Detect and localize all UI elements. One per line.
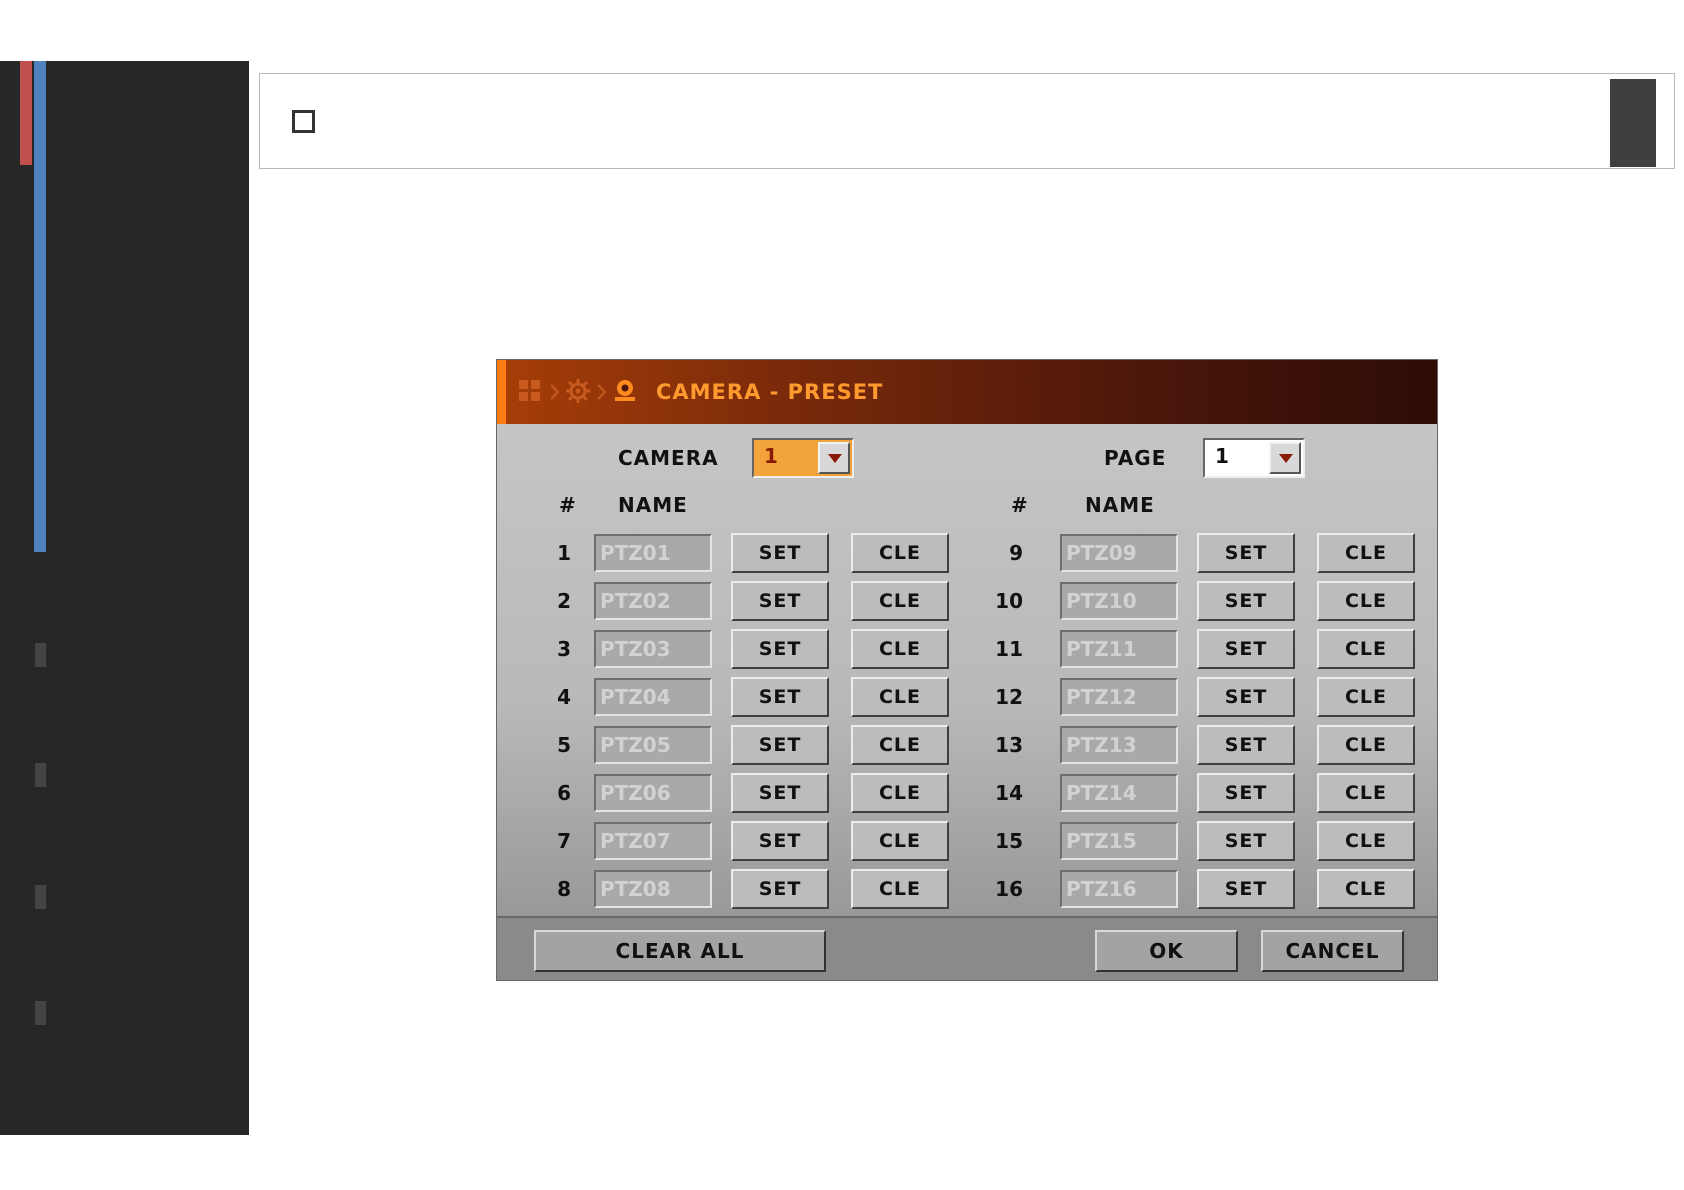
blue-accent-bar — [34, 61, 46, 552]
preset-clear-button[interactable]: CLE — [851, 725, 949, 765]
camera-label: CAMERA — [618, 446, 719, 470]
preset-name-field[interactable]: PTZ14 — [1060, 774, 1178, 812]
preset-clear-button[interactable]: CLE — [1317, 869, 1415, 909]
preset-name-field[interactable]: PTZ07 — [594, 822, 712, 860]
preset-name-field[interactable]: PTZ08 — [594, 870, 712, 908]
header-checkbox[interactable] — [292, 110, 315, 133]
ok-button[interactable]: OK — [1095, 930, 1238, 972]
preset-number: 14 — [995, 781, 1023, 805]
page-label: PAGE — [1104, 446, 1167, 470]
sidebar-marker — [35, 763, 46, 787]
preset-number: 13 — [995, 733, 1023, 757]
preset-clear-button[interactable]: CLE — [851, 629, 949, 669]
preset-name-field[interactable]: PTZ10 — [1060, 582, 1178, 620]
sidebar-marker — [35, 643, 46, 667]
preset-number: 2 — [557, 589, 571, 613]
preset-clear-button[interactable]: CLE — [1317, 773, 1415, 813]
preset-clear-button[interactable]: CLE — [1317, 581, 1415, 621]
chevron-right-icon — [550, 384, 560, 400]
preset-set-button[interactable]: SET — [1197, 821, 1295, 861]
preset-number: 7 — [557, 829, 571, 853]
preset-number: 11 — [995, 637, 1023, 661]
preset-name-field[interactable]: PTZ06 — [594, 774, 712, 812]
preset-clear-button[interactable]: CLE — [851, 533, 949, 573]
preset-clear-button[interactable]: CLE — [851, 869, 949, 909]
page-select-value: 1 — [1215, 444, 1229, 468]
dialog-footer: CLEAR ALL OK CANCEL — [497, 916, 1437, 980]
preset-name-field[interactable]: PTZ01 — [594, 534, 712, 572]
preset-clear-button[interactable]: CLE — [1317, 677, 1415, 717]
preset-set-button[interactable]: SET — [1197, 581, 1295, 621]
chevron-right-icon — [597, 384, 607, 400]
preset-set-button[interactable]: SET — [731, 869, 829, 909]
clear-all-button[interactable]: CLEAR ALL — [534, 930, 826, 972]
preset-number: 15 — [995, 829, 1023, 853]
preset-number: 3 — [557, 637, 571, 661]
gear-icon — [566, 379, 590, 403]
chevron-down-icon[interactable] — [1269, 442, 1301, 474]
dialog-titlebar: CAMERA - PRESET — [497, 360, 1437, 424]
preset-name-field[interactable]: PTZ05 — [594, 726, 712, 764]
preset-set-button[interactable]: SET — [1197, 773, 1295, 813]
header-bar — [259, 73, 1675, 169]
preset-set-button[interactable]: SET — [731, 821, 829, 861]
preset-name-field[interactable]: PTZ02 — [594, 582, 712, 620]
header-dark-block — [1610, 79, 1656, 167]
preset-number: 9 — [1009, 541, 1023, 565]
col-name-left: NAME — [618, 493, 688, 517]
preset-clear-button[interactable]: CLE — [851, 581, 949, 621]
preset-set-button[interactable]: SET — [731, 581, 829, 621]
preset-clear-button[interactable]: CLE — [1317, 533, 1415, 573]
preset-set-button[interactable]: SET — [1197, 677, 1295, 717]
preset-set-button[interactable]: SET — [1197, 533, 1295, 573]
preset-clear-button[interactable]: CLE — [1317, 629, 1415, 669]
preset-name-field[interactable]: PTZ15 — [1060, 822, 1178, 860]
cancel-button[interactable]: CANCEL — [1261, 930, 1404, 972]
preset-set-button[interactable]: SET — [731, 725, 829, 765]
preset-clear-button[interactable]: CLE — [851, 821, 949, 861]
red-accent-bar — [20, 61, 32, 165]
preset-clear-button[interactable]: CLE — [1317, 725, 1415, 765]
preset-set-button[interactable]: SET — [1197, 629, 1295, 669]
preset-set-button[interactable]: SET — [731, 773, 829, 813]
preset-number: 1 — [557, 541, 571, 565]
preset-clear-button[interactable]: CLE — [851, 773, 949, 813]
col-hash-left: # — [559, 493, 577, 517]
preset-set-button[interactable]: SET — [1197, 725, 1295, 765]
chevron-down-icon[interactable] — [818, 442, 850, 474]
preset-name-field[interactable]: PTZ11 — [1060, 630, 1178, 668]
camera-preset-dialog: CAMERA - PRESET CAMERA 1 PAGE 1 # NAME #… — [497, 360, 1437, 980]
camera-select-value: 1 — [764, 444, 778, 468]
preset-set-button[interactable]: SET — [731, 629, 829, 669]
preset-name-field[interactable]: PTZ09 — [1060, 534, 1178, 572]
sidebar-marker — [35, 885, 46, 909]
preset-name-field[interactable]: PTZ13 — [1060, 726, 1178, 764]
camera-select[interactable]: 1 — [752, 438, 854, 478]
preset-set-button[interactable]: SET — [731, 533, 829, 573]
camera-icon — [615, 380, 635, 401]
preset-clear-button[interactable]: CLE — [851, 677, 949, 717]
preset-number: 8 — [557, 877, 571, 901]
sidebar-panel — [0, 61, 249, 1135]
preset-number: 10 — [995, 589, 1023, 613]
grid-icon — [519, 380, 540, 401]
preset-number: 5 — [557, 733, 571, 757]
preset-number: 16 — [995, 877, 1023, 901]
preset-name-field[interactable]: PTZ03 — [594, 630, 712, 668]
col-hash-right: # — [1011, 493, 1029, 517]
sidebar-marker — [35, 1001, 46, 1025]
preset-clear-button[interactable]: CLE — [1317, 821, 1415, 861]
preset-name-field[interactable]: PTZ12 — [1060, 678, 1178, 716]
preset-number: 6 — [557, 781, 571, 805]
preset-number: 4 — [557, 685, 571, 709]
preset-name-field[interactable]: PTZ04 — [594, 678, 712, 716]
preset-name-field[interactable]: PTZ16 — [1060, 870, 1178, 908]
page-select[interactable]: 1 — [1203, 438, 1305, 478]
col-name-right: NAME — [1085, 493, 1155, 517]
dialog-title: CAMERA - PRESET — [656, 380, 884, 404]
preset-set-button[interactable]: SET — [731, 677, 829, 717]
preset-number: 12 — [995, 685, 1023, 709]
preset-set-button[interactable]: SET — [1197, 869, 1295, 909]
